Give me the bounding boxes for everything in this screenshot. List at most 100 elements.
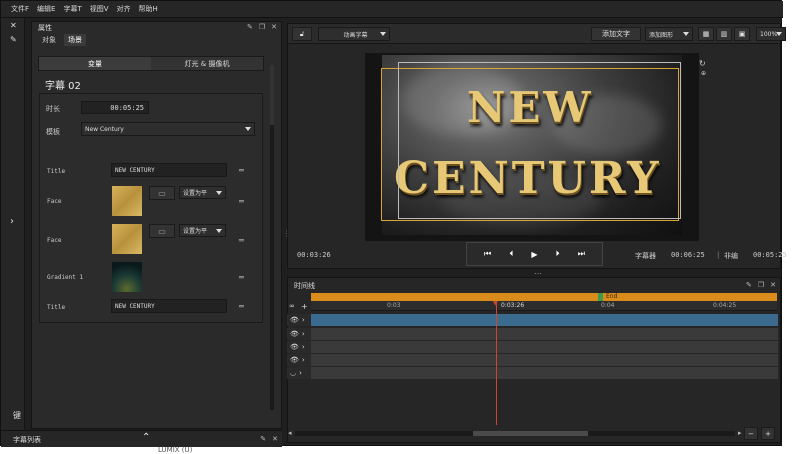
lock-icon: 🔓︎ — [299, 29, 305, 38]
track-lane[interactable] — [311, 341, 778, 353]
track-lane[interactable] — [311, 367, 778, 379]
end-marker-flag[interactable] — [598, 293, 603, 301]
zoom-dropdown[interactable]: 100% — [756, 27, 786, 41]
anchor-icon[interactable]: ⊕ — [701, 70, 706, 77]
face-texture-swatch[interactable] — [112, 186, 142, 216]
properties-tabs: 对象 场景 — [38, 34, 86, 46]
pin-icon[interactable]: ✎ — [746, 281, 752, 289]
skip-to-end-icon[interactable]: ⏭ — [578, 249, 585, 259]
plus-icon: + — [765, 429, 771, 438]
close-icon[interactable]: ✕ — [272, 435, 278, 443]
grid-view-button[interactable]: ▦ — [698, 27, 714, 41]
close-icon[interactable]: ✕ — [271, 23, 277, 31]
timeline-work-area[interactable] — [311, 293, 777, 301]
hscroll-thumb[interactable] — [473, 431, 588, 436]
timeline-header: 时间线 ✎ ❐ ✕ — [288, 280, 780, 292]
scroll-left-icon[interactable]: ◂ — [288, 429, 292, 437]
tab-scene[interactable]: 场景 — [64, 34, 86, 46]
title-text-field[interactable]: NEW CENTURY — [111, 299, 227, 313]
drag-handle-icon[interactable]: ═ — [239, 236, 244, 245]
expand-track-icon[interactable]: › — [302, 356, 305, 364]
safe-area-button[interactable]: ▣ — [734, 27, 750, 41]
expand-track-icon[interactable]: › — [299, 369, 302, 377]
face-texture-swatch[interactable] — [112, 224, 142, 254]
menu-file[interactable]: 文件F — [11, 4, 29, 14]
menu-caption[interactable]: 字幕T — [63, 4, 81, 14]
menu-view[interactable]: 视图V — [90, 4, 109, 14]
scroll-right-icon[interactable]: ▸ — [738, 429, 742, 437]
edit-label: 非编 — [724, 252, 738, 260]
template-label: 模板 — [46, 128, 60, 136]
chevron-down-icon — [216, 228, 222, 233]
set-flat-dropdown[interactable]: 设置为平 — [179, 224, 226, 237]
folder-button[interactable]: ▭ — [149, 186, 175, 200]
visibility-eye-icon[interactable]: 👁︎ — [290, 343, 299, 351]
play-icon[interactable]: ▶ — [531, 250, 537, 259]
drag-handle-icon[interactable]: ═ — [239, 302, 244, 311]
mode-value: 动画字幕 — [343, 31, 368, 39]
timeline-hscroll[interactable] — [295, 431, 735, 436]
tab-object[interactable]: 对象 — [38, 34, 60, 46]
set-flat-label: 设置为平 — [183, 228, 208, 235]
preview-toolbar: 🔓︎ 动画字幕 添加文字 添加图形 ▦ ▥ ▣ 100% — [288, 24, 786, 44]
ruler-button[interactable]: ▥ — [716, 27, 732, 41]
visibility-eye-icon[interactable]: 👁︎ — [290, 356, 299, 364]
close-icon[interactable]: ✕ — [770, 281, 776, 289]
expand-up-icon[interactable]: ⌃ — [142, 432, 150, 443]
rotate-handle-icon[interactable]: ↻ — [699, 59, 706, 68]
transport-controls: ⏮ ⏴ ▶ ⏵ ⏭ — [466, 242, 603, 266]
template-select[interactable]: New Century — [81, 122, 255, 136]
duration-field[interactable]: 00:05:25 — [81, 101, 149, 114]
expand-track-icon[interactable]: › — [302, 316, 305, 324]
skip-to-start-icon[interactable]: ⏮ — [484, 249, 491, 259]
lock-button[interactable]: 🔓︎ — [292, 27, 312, 41]
add-text-button[interactable]: 添加文字 — [591, 27, 641, 41]
playhead-line[interactable] — [496, 301, 497, 425]
segment-lighting-camera[interactable]: 灯光 & 摄像机 — [151, 57, 263, 70]
properties-scrollbar[interactable] — [270, 65, 274, 410]
visibility-eye-icon[interactable]: 👁︎ — [290, 330, 299, 338]
drag-handle-icon[interactable]: ═ — [239, 197, 244, 206]
set-flat-dropdown[interactable]: 设置为平 — [179, 186, 226, 199]
menu-help[interactable]: 帮助H — [139, 4, 158, 14]
ruler-icon: ▥ — [720, 30, 728, 38]
row-label-face: Face — [47, 237, 62, 244]
menu-edit[interactable]: 编辑E — [37, 4, 55, 14]
folder-button[interactable]: ▭ — [149, 224, 175, 238]
menu-align[interactable]: 对齐 — [117, 4, 131, 14]
close-icon[interactable]: ✕ — [10, 21, 17, 30]
track-lane[interactable] — [311, 328, 778, 340]
step-forward-icon[interactable]: ⏵ — [556, 249, 560, 259]
zoom-in-button[interactable]: + — [761, 427, 775, 440]
timeline-ruler[interactable]: 0:03 0:03:26 0:04 0:04:25 — [311, 301, 777, 311]
drag-handle-icon[interactable]: ═ — [239, 273, 244, 282]
add-track-icon[interactable]: + — [301, 302, 308, 311]
float-icon[interactable]: ❐ — [758, 281, 764, 289]
visibility-eye-icon[interactable]: 👁︎ — [290, 316, 299, 324]
drag-handle-icon[interactable]: ═ — [239, 166, 244, 175]
add-shape-dropdown[interactable]: 添加图形 — [645, 27, 693, 41]
mode-dropdown[interactable]: 动画字幕 — [318, 27, 390, 41]
float-icon[interactable]: ❐ — [259, 23, 265, 31]
expand-right-icon[interactable]: › — [10, 216, 14, 227]
pin-icon[interactable]: ✎ — [247, 23, 253, 31]
pin-icon[interactable]: ✎ — [260, 435, 266, 443]
track-lane[interactable] — [311, 354, 778, 366]
zoom-out-button[interactable]: − — [744, 427, 758, 440]
title-text-field[interactable]: NEW CENTURY — [111, 163, 227, 177]
expand-track-icon[interactable]: › — [302, 330, 305, 338]
step-back-icon[interactable]: ⏴ — [509, 249, 513, 259]
track-row: ◡ › — [287, 367, 778, 379]
scrollbar-thumb[interactable] — [270, 65, 274, 125]
link-icon[interactable]: ∞ — [289, 302, 295, 310]
caption-duration: 00:06:25 — [671, 251, 705, 259]
expand-track-icon[interactable]: › — [302, 343, 305, 351]
tick-label: 0:04 — [601, 302, 615, 309]
caption-editor-label: 字幕器 — [635, 252, 656, 260]
hidden-eye-icon[interactable]: ◡ — [290, 369, 296, 377]
caption-clip[interactable] — [311, 314, 778, 326]
timecode-current: 00:03:26 — [297, 251, 331, 259]
gradient-swatch[interactable] — [112, 262, 142, 292]
pin-icon[interactable]: ✎ — [10, 35, 17, 44]
segment-variables[interactable]: 变量 — [39, 57, 151, 70]
